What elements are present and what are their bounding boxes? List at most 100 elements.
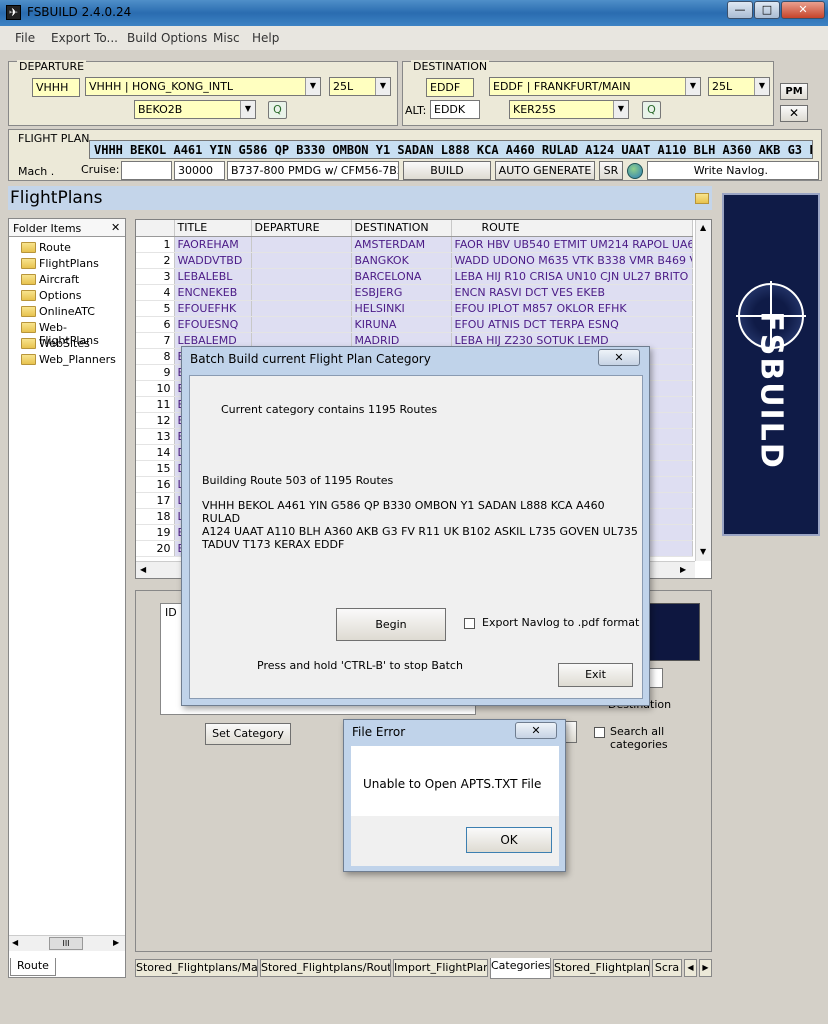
scroll-left-icon[interactable]: ◀ [140, 565, 146, 574]
departure-runway-value: 25L [333, 80, 354, 93]
scroll-down-icon[interactable]: ▼ [700, 547, 706, 556]
tab-categories[interactable]: Categories [490, 958, 551, 979]
folder-item-options[interactable]: Options [21, 289, 81, 303]
tab-scroll-right-icon[interactable]: ▶ [699, 959, 712, 977]
sid-value: BEKO2B [138, 103, 183, 116]
scroll-right-icon[interactable]: ▶ [113, 938, 119, 947]
row-number: 1 [136, 236, 175, 253]
destination-airport-select[interactable]: EDDF | FRANKFURT/MAIN ▼ [489, 77, 701, 96]
column-header[interactable] [136, 220, 175, 237]
star-chart-icon[interactable]: Q [642, 101, 661, 119]
column-header[interactable]: DESTINATION [351, 220, 452, 237]
folder-item-aircraft[interactable]: Aircraft [21, 273, 79, 287]
chevron-down-icon[interactable]: ▼ [240, 101, 255, 118]
exit-button[interactable]: Exit [558, 663, 633, 687]
sid-select[interactable]: BEKO2B ▼ [134, 100, 256, 119]
table-cell: LEBALEBL [174, 268, 252, 285]
tab-stored-flightplans-map[interactable]: Stored_Flightplans/Map [135, 959, 258, 977]
column-header[interactable]: TITLE [174, 220, 252, 237]
maximize-button[interactable]: □ [754, 1, 780, 19]
pm-button[interactable]: PM [780, 83, 808, 100]
destination-runway-select[interactable]: 25L ▼ [708, 77, 770, 96]
batch-dialog-title: Batch Build current Flight Plan Category [190, 352, 431, 366]
tab-stored-flightplans[interactable]: Stored_Flightplans [553, 959, 650, 977]
chevron-down-icon[interactable]: ▼ [375, 78, 390, 95]
tab-scroll-left-icon[interactable]: ◀ [684, 959, 697, 977]
cruise-altitude-field[interactable]: 30000 [174, 161, 225, 180]
aircraft-field[interactable]: B737-800 PMDG w/ CFM56-7B26 [227, 161, 399, 180]
folder-icon [21, 354, 36, 365]
departure-airport-select[interactable]: VHHH | HONG_KONG_INTL ▼ [85, 77, 321, 96]
search-all-checkbox[interactable] [594, 727, 605, 738]
route-line-3: TADUV T173 KERAX EDDF [202, 538, 345, 551]
scroll-left-icon[interactable]: ◀ [12, 938, 18, 947]
alternate-field[interactable]: EDDK [430, 100, 480, 119]
set-category-button[interactable]: Set Category [205, 723, 291, 745]
scroll-right-icon[interactable]: ▶ [680, 565, 686, 574]
tab-import-flightplans[interactable]: Import_FlightPlans [393, 959, 488, 977]
tab-scratch[interactable]: Scra [652, 959, 682, 977]
folder-item-web-planners[interactable]: Web_Planners [21, 353, 116, 367]
folder-icon [21, 274, 36, 285]
grid-vscrollbar[interactable]: ▲ ▼ [695, 220, 711, 561]
batch-dialog-close-button[interactable]: ✕ [598, 349, 640, 366]
table-row[interactable]: 6 EFOUESNQ KIRUNA EFOU ATNIS DCT TERPA ESNQ [136, 316, 693, 333]
folder-item-flightplans[interactable]: FlightPlans [21, 257, 99, 271]
folder-item-web-flightplans[interactable]: Web-FlightPlans [21, 321, 125, 347]
table-row[interactable]: 4 ENCNEKEB ESBJERG ENCN RASVI DCT VES EKEB [136, 284, 693, 301]
folder-item-label: OnlineATC [39, 305, 95, 318]
flight-plan-route[interactable]: VHHH BEKOL A461 YIN G586 QP B330 OMBON Y… [89, 140, 813, 159]
scroll-thumb[interactable]: III [49, 937, 83, 950]
folder-item-websites[interactable]: WebSites [21, 337, 90, 351]
tab-route[interactable]: Route [10, 958, 56, 976]
chevron-down-icon[interactable]: ▼ [685, 78, 700, 95]
departure-runway-select[interactable]: 25L ▼ [329, 77, 391, 96]
build-button[interactable]: BUILD [403, 161, 491, 180]
column-header[interactable]: DEPARTURE [251, 220, 352, 237]
globe-icon[interactable] [627, 163, 643, 179]
chevron-down-icon[interactable]: ▼ [613, 101, 628, 118]
sid-chart-icon[interactable]: Q [268, 101, 287, 119]
menu-build-options[interactable]: Build Options [127, 31, 207, 45]
row-number: 11 [136, 396, 175, 413]
table-cell: HELSINKI [351, 300, 452, 317]
chevron-down-icon[interactable]: ▼ [305, 78, 320, 95]
sr-button[interactable]: SR [599, 161, 623, 180]
chevron-down-icon[interactable]: ▼ [754, 78, 769, 95]
write-navlog-field[interactable]: Write Navlog. [647, 161, 819, 180]
folder-hscrollbar[interactable]: ◀ III ▶ [9, 935, 125, 951]
destination-icao-field[interactable]: EDDF [426, 78, 474, 97]
close-window-button[interactable]: ✕ [781, 1, 825, 19]
minimize-button[interactable]: — [727, 1, 753, 19]
table-row[interactable]: 2 WADDVTBD BANGKOK WADD UDONO M635 VTK B338… [136, 252, 693, 269]
ok-button[interactable]: OK [466, 827, 552, 853]
table-row[interactable]: 5 EFOUEFHK HELSINKI EFOU IPLOT M857 OKLOR E… [136, 300, 693, 317]
tab-stored-flightplans-route[interactable]: Stored_Flightplans/Route [260, 959, 391, 977]
clear-button[interactable]: ✕ [780, 105, 808, 122]
flightplans-header: FlightPlans [8, 186, 712, 210]
menu-misc[interactable]: Misc [213, 31, 240, 45]
menu-export[interactable]: Export To... [51, 31, 118, 45]
close-icon[interactable]: ✕ [111, 221, 120, 234]
batch-build-dialog: Batch Build current Flight Plan Category… [181, 346, 650, 706]
mach-field[interactable] [121, 161, 172, 180]
column-header[interactable]: ROUTE [451, 220, 693, 237]
export-pdf-checkbox[interactable] [464, 618, 475, 629]
row-number: 10 [136, 380, 175, 397]
star-select[interactable]: KER25S ▼ [509, 100, 629, 119]
error-dialog-close-button[interactable]: ✕ [515, 722, 557, 739]
table-row[interactable]: 3 LEBALEBL BARCELONA LEBA HIJ R10 CRISA UN1… [136, 268, 693, 285]
folder-icon[interactable] [695, 193, 709, 204]
row-number: 17 [136, 492, 175, 509]
menu-file[interactable]: File [15, 31, 35, 45]
menu-help[interactable]: Help [252, 31, 279, 45]
begin-button[interactable]: Begin [336, 608, 446, 641]
folder-item-onlineatc[interactable]: OnlineATC [21, 305, 95, 319]
departure-icao-field[interactable]: VHHH [32, 78, 80, 97]
folder-item-route[interactable]: Route [21, 241, 71, 255]
row-number: 19 [136, 524, 175, 541]
auto-generate-button[interactable]: AUTO GENERATE [495, 161, 595, 180]
scroll-up-icon[interactable]: ▲ [700, 223, 706, 232]
table-row[interactable]: 1 FAOREHAM AMSTERDAM FAOR HBV UB540 ETMIT U… [136, 236, 693, 253]
table-cell: WADDVTBD [174, 252, 252, 269]
